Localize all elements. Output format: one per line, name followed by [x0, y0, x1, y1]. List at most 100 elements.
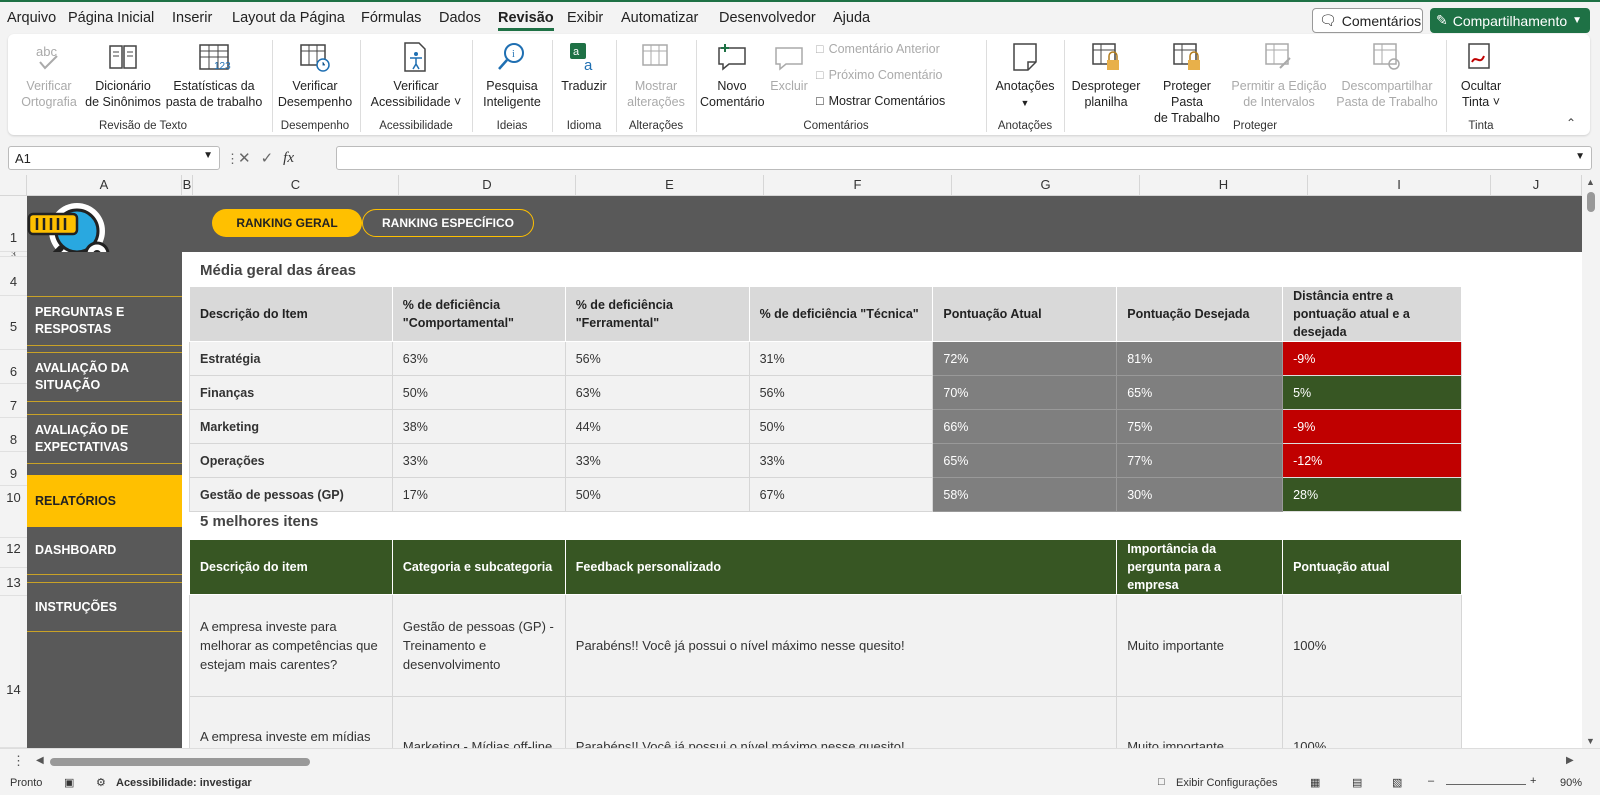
cell[interactable]: 17% [391, 477, 566, 512]
expand-formula-icon[interactable]: ▼ [1575, 151, 1585, 162]
column-header[interactable]: G [952, 175, 1140, 196]
vertical-scroll-thumb[interactable] [1587, 192, 1595, 212]
cell[interactable]: Parabéns!! Você já possui o nível máximo… [564, 696, 1118, 748]
show-changes-button[interactable]: Mostrar alterações [620, 40, 692, 110]
smart-lookup-button[interactable]: i Pesquisa Inteligente [476, 40, 548, 110]
menu-dados[interactable]: Dados [439, 10, 481, 26]
cell[interactable]: 5% [1282, 375, 1462, 410]
cell[interactable]: 65% [1116, 375, 1284, 410]
insert-function-icon[interactable]: fx [283, 150, 294, 167]
cell[interactable]: 63% [391, 341, 566, 376]
row-header[interactable]: 12 [0, 538, 27, 568]
column-header[interactable]: H [1140, 175, 1308, 196]
row-header[interactable]: 8 [0, 418, 27, 452]
cell[interactable]: A empresa investe em mídias off- [189, 696, 393, 748]
cell[interactable]: -9% [1282, 341, 1462, 376]
worksheet[interactable]: RANKING GERAL RANKING ESPECÍFICO PERGUNT… [27, 196, 1582, 748]
formula-input[interactable]: ▼ [336, 146, 1592, 170]
cell[interactable]: A empresa investe para melhorar as compe… [189, 594, 393, 697]
cell[interactable]: Operações [189, 443, 393, 478]
menu-desenvolvedor[interactable]: Desenvolvedor [719, 10, 816, 26]
cell[interactable]: 33% [564, 443, 750, 478]
row-header[interactable]: 13 [0, 568, 27, 596]
cell[interactable]: 70% [932, 375, 1118, 410]
performance-button[interactable]: Verificar Desempenho [276, 40, 354, 110]
protect-workbook-button[interactable]: Proteger Pasta de Trabalho [1146, 40, 1228, 126]
column-header[interactable]: J [1491, 175, 1582, 196]
menu-inserir[interactable]: Inserir [172, 10, 212, 26]
cancel-icon[interactable]: ✕ [238, 149, 251, 167]
row-header[interactable]: 4 [0, 257, 27, 296]
new-comment-button[interactable]: Novo Comentário [700, 40, 765, 110]
nav-instrucoes[interactable]: INSTRUÇÕES [27, 582, 182, 632]
cell[interactable]: 63% [564, 375, 750, 410]
cell[interactable]: 56% [564, 341, 750, 376]
cell[interactable]: 67% [748, 477, 934, 512]
row-header[interactable]: 6 [0, 350, 27, 384]
tab-ranking-specific[interactable]: RANKING ESPECÍFICO [362, 209, 534, 237]
row-header[interactable]: 1 [0, 196, 27, 252]
cell[interactable]: 66% [932, 409, 1118, 444]
name-box[interactable]: A1 ▼ [8, 146, 220, 170]
nav-avaliacao-expectativas[interactable]: AVALIAÇÃO DE EXPECTATIVAS [27, 414, 182, 464]
cell[interactable]: 58% [932, 477, 1118, 512]
cell[interactable]: 31% [748, 341, 934, 376]
cell[interactable]: 28% [1282, 477, 1462, 512]
tab-ranking-general[interactable]: RANKING GERAL [212, 209, 362, 237]
vertical-scrollbar[interactable]: ▲ ▼ [1582, 175, 1600, 748]
accessibility-status[interactable]: Acessibilidade: investigar [116, 777, 252, 789]
scroll-left-icon[interactable]: ◀ [36, 755, 44, 766]
cell[interactable]: 44% [564, 409, 750, 444]
cell[interactable]: -12% [1282, 443, 1462, 478]
nav-dashboard[interactable]: DASHBOARD [27, 527, 182, 575]
macro-record-icon[interactable]: ▣ [64, 776, 74, 789]
spelling-button[interactable]: abc Verificar Ortografia [18, 40, 80, 110]
nav-perguntas-respostas[interactable]: PERGUNTAS E RESPOSTAS [27, 296, 182, 346]
previous-comment-button[interactable]: □ Comentário Anterior [816, 42, 940, 56]
cell[interactable]: Parabéns!! Você já possui o nível máximo… [564, 594, 1118, 697]
delete-comment-button[interactable]: Excluir [766, 40, 812, 94]
column-header[interactable]: C [193, 175, 399, 196]
column-header[interactable]: D [399, 175, 576, 196]
cell[interactable]: 77% [1116, 443, 1284, 478]
cell[interactable]: 100% [1282, 696, 1462, 748]
collapse-ribbon-icon[interactable]: ⌃ [1566, 116, 1576, 130]
more-sheets-icon[interactable]: ⋮ [12, 753, 25, 769]
nav-relatorios[interactable]: RELATÓRIOS [27, 475, 182, 527]
cell[interactable]: Muito importante [1116, 594, 1284, 697]
row-header[interactable]: 9 [0, 452, 27, 486]
cell[interactable]: 100% [1282, 594, 1462, 697]
menu-ajuda[interactable]: Ajuda [833, 10, 870, 26]
cell[interactable]: Gestão de pessoas (GP) - Treinamento e d… [391, 594, 566, 697]
column-header[interactable]: I [1308, 175, 1491, 196]
row-header[interactable]: 10 [0, 486, 27, 538]
row-header[interactable]: 5 [0, 296, 27, 350]
translate-button[interactable]: aa Traduzir [556, 40, 612, 94]
cell[interactable]: 33% [748, 443, 934, 478]
row-header[interactable]: 7 [0, 384, 27, 418]
cell[interactable]: 50% [391, 375, 566, 410]
cell[interactable]: 38% [391, 409, 566, 444]
menu-formulas[interactable]: Fórmulas [361, 10, 421, 26]
cell[interactable]: 81% [1116, 341, 1284, 376]
cell[interactable]: Estratégia [189, 341, 393, 376]
menu-layout[interactable]: Layout da Página [232, 10, 345, 26]
cell[interactable]: Marketing - Mídias off-line [391, 696, 566, 748]
zoom-slider[interactable] [1446, 784, 1526, 785]
zoom-in-icon[interactable]: + [1530, 775, 1536, 787]
workbook-stats-button[interactable]: 123 Estatísticas da pasta de trabalho [164, 40, 264, 110]
unprotect-sheet-button[interactable]: Desproteger planilha [1068, 40, 1144, 110]
column-header[interactable]: B [182, 175, 193, 196]
display-settings-icon[interactable]: □ [1158, 776, 1165, 788]
cell[interactable]: 50% [564, 477, 750, 512]
cell[interactable]: Marketing [189, 409, 393, 444]
display-settings[interactable]: Exibir Configurações [1176, 777, 1278, 789]
next-comment-button[interactable]: □ Próximo Comentário [816, 68, 943, 82]
thesaurus-button[interactable]: Dicionário de Sinônimos [84, 40, 162, 110]
scroll-up-icon[interactable]: ▲ [1586, 177, 1595, 187]
menu-pagina-inicial[interactable]: Página Inicial [68, 10, 154, 26]
share-button[interactable]: ✎ Compartilhamento ▼ [1430, 8, 1590, 33]
zoom-out-icon[interactable]: – [1428, 775, 1434, 787]
unshare-workbook-button[interactable]: Descompartilhar Pasta de Trabalho [1332, 40, 1442, 110]
menu-automatizar[interactable]: Automatizar [621, 10, 698, 26]
